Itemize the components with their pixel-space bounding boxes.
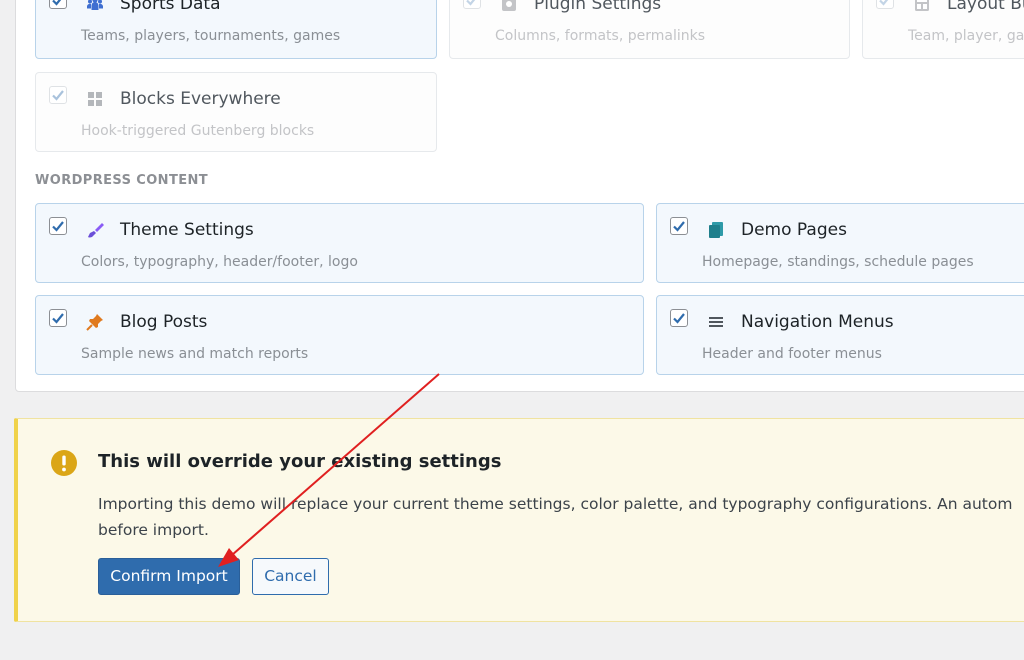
override-warning-notice: This will override your existing setting… xyxy=(14,418,1024,622)
option-card-layout-builder[interactable]: Layout Bu Team, player, gan xyxy=(862,0,1024,59)
layout-builder-title: Layout Bu xyxy=(947,0,1024,14)
pushpin-icon xyxy=(86,314,103,331)
blog-posts-desc: Sample news and match reports xyxy=(81,346,309,362)
option-card-plugin-settings[interactable]: Plugin Settings Columns, formats, permal… xyxy=(449,0,850,59)
cancel-button[interactable]: Cancel xyxy=(252,558,329,595)
option-card-navigation-menus[interactable]: Navigation Menus Header and footer menus xyxy=(656,295,1024,375)
option-card-theme-settings[interactable]: Theme Settings Colors, typography, heade… xyxy=(35,203,644,283)
option-card-demo-pages[interactable]: Demo Pages Homepage, standings, schedule… xyxy=(656,203,1024,283)
demo-pages-desc: Homepage, standings, schedule pages xyxy=(702,254,974,270)
layout-icon xyxy=(915,0,929,11)
layout-builder-checkbox[interactable] xyxy=(876,0,894,9)
exclamation-icon xyxy=(51,450,77,476)
plugin-settings-title: Plugin Settings xyxy=(534,0,662,14)
blocks-everywhere-title: Blocks Everywhere xyxy=(120,89,281,109)
sports-data-title: Sports Data xyxy=(120,0,221,14)
demo-pages-title: Demo Pages xyxy=(741,220,847,240)
people-icon xyxy=(87,0,103,10)
demo-pages-checkbox[interactable] xyxy=(670,217,688,235)
menu-icon xyxy=(709,317,723,327)
settings-box-icon xyxy=(502,0,516,11)
blocks-everywhere-checkbox[interactable] xyxy=(49,86,67,104)
blocks-everywhere-desc: Hook-triggered Gutenberg blocks xyxy=(81,123,315,139)
blog-posts-checkbox[interactable] xyxy=(49,309,67,327)
wordpress-content-heading: WORDPRESS CONTENT xyxy=(35,173,209,188)
theme-settings-checkbox[interactable] xyxy=(49,217,67,235)
option-card-sports-data[interactable]: Sports Data Teams, players, tournaments,… xyxy=(35,0,437,59)
option-card-blocks-everywhere[interactable]: Blocks Everywhere Hook-triggered Gutenbe… xyxy=(35,72,437,152)
plugin-settings-desc: Columns, formats, permalinks xyxy=(495,28,705,44)
navigation-menus-desc: Header and footer menus xyxy=(702,346,882,362)
sports-data-desc: Teams, players, tournaments, games xyxy=(81,28,341,44)
confirm-import-button[interactable]: Confirm Import xyxy=(98,558,240,595)
sports-data-checkbox[interactable] xyxy=(49,0,67,9)
blog-posts-title: Blog Posts xyxy=(120,312,208,332)
plugin-settings-checkbox[interactable] xyxy=(463,0,481,9)
theme-settings-desc: Colors, typography, header/footer, logo xyxy=(81,254,358,270)
layout-builder-desc: Team, player, gan xyxy=(908,28,1024,44)
navigation-menus-checkbox[interactable] xyxy=(670,309,688,327)
paintbrush-icon xyxy=(88,223,104,238)
grid-icon xyxy=(88,92,102,106)
notice-body: Importing this demo will replace your cu… xyxy=(98,495,1013,539)
option-card-blog-posts[interactable]: Blog Posts Sample news and match reports xyxy=(35,295,644,375)
pages-icon xyxy=(709,222,723,238)
theme-settings-title: Theme Settings xyxy=(120,220,254,240)
import-options-panel: Sports Data Teams, players, tournaments,… xyxy=(15,0,1024,392)
navigation-menus-title: Navigation Menus xyxy=(741,312,894,332)
notice-title: This will override your existing setting… xyxy=(98,451,502,472)
